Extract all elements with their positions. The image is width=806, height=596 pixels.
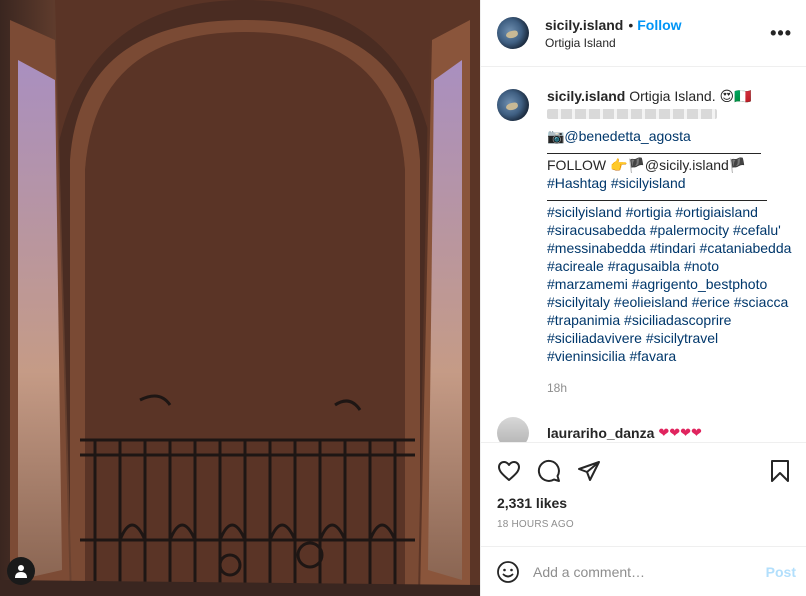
follow-line: FOLLOW 👉🏴@sicily.island🏴 [547,157,747,173]
hashtag-row[interactable]: #trapanimia #siciliadascoprire [547,311,791,329]
post-sidebar: sicily.island • Follow Ortigia Island ••… [480,0,806,596]
post-button[interactable]: Post [766,564,796,580]
caption-time[interactable]: 18h [547,379,791,397]
header-username[interactable]: sicily.island [545,17,623,33]
separator-dot: • [628,16,634,33]
location-link[interactable]: Ortigia Island [545,36,770,50]
paper-plane-icon[interactable] [575,457,603,485]
instagram-post: sicily.island • Follow Ortigia Island ••… [0,0,806,596]
more-options-button[interactable]: ••• [770,23,792,44]
avatar[interactable] [497,17,529,49]
action-icons [495,451,794,491]
header-row: sicily.island • Follow [545,17,770,33]
divider [547,153,761,154]
caption-text: Ortigia Island. 😍🇮🇹 [629,88,752,104]
heart-icon[interactable] [495,457,523,485]
comments-section[interactable]: sicily.island Ortigia Island. 😍🇮🇹 📷@bene… [481,67,806,442]
bookmark-icon[interactable] [766,457,794,485]
caption: sicily.island Ortigia Island. 😍🇮🇹 📷@bene… [497,87,806,397]
caption-username[interactable]: sicily.island [547,88,625,104]
comment-icon[interactable] [535,457,563,485]
likes-count[interactable]: 2,331 likes [495,495,794,511]
divider-2 [547,200,767,201]
caption-avatar[interactable] [497,89,529,121]
post-timestamp[interactable]: 18 HOURS AGO [495,519,794,530]
hashtag-row[interactable]: #marzamemi #agrigento_bestphoto [547,275,791,293]
smiley-icon[interactable] [495,559,521,585]
comment-avatar[interactable] [497,417,529,442]
comment-input[interactable] [533,563,766,580]
photo-credit[interactable]: 📷@benedetta_agosta [547,127,791,145]
hashtag-row[interactable]: #sicilyitaly #eolieisland #erice #sciacc… [547,293,791,311]
ortigia-window-view-image [0,0,480,596]
blurred-symbols [547,109,717,119]
comment-item: laurariho_danza ❤❤❤❤ [497,417,806,442]
header-text: sicily.island • Follow Ortigia Island [545,17,770,50]
hashtag-row[interactable]: #siciliadavivere #sicilytravel [547,329,791,347]
hashtag-row[interactable]: #sicilyisland #ortigia #ortigiaisland [547,203,791,221]
follow-button[interactable]: Follow [637,17,681,33]
post-header: sicily.island • Follow Ortigia Island ••… [481,0,806,67]
add-comment-bar: Post [481,546,806,596]
hashtag-row[interactable]: #siracusabedda #palermocity #cefalu' [547,221,791,239]
hashtag-row[interactable]: #vieninsicilia #favara [547,347,791,365]
user-icon [15,565,27,578]
comment-text: ❤❤❤❤ [658,425,702,440]
caption-first-line: sicily.island Ortigia Island. 😍🇮🇹 [547,87,791,105]
hashtag-line[interactable]: #Hashtag #sicilyisland [547,174,791,192]
user-tag-icon[interactable] [7,557,35,585]
action-bar: 2,331 likes 18 HOURS AGO Post [481,442,806,596]
post-photo[interactable] [0,0,480,596]
caption-body: sicily.island Ortigia Island. 😍🇮🇹 📷@bene… [547,87,791,397]
comment-username[interactable]: laurariho_danza [547,425,654,441]
hashtag-row[interactable]: #acireale #ragusaibla #noto [547,257,791,275]
hashtag-row[interactable]: #messinabedda #tindari #cataniabedda [547,239,791,257]
